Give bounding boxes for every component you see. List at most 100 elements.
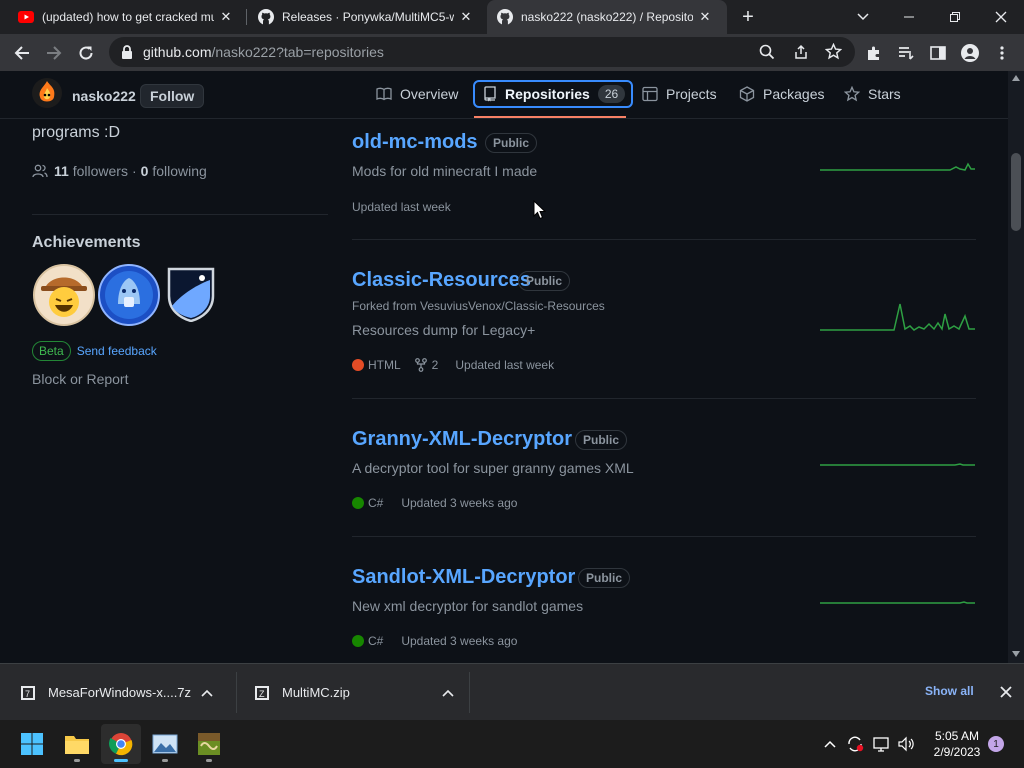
side-panel-button[interactable]: [922, 34, 954, 71]
star-bookmark-icon[interactable]: [824, 42, 843, 65]
repo-name-link[interactable]: Classic-Resources: [352, 269, 531, 292]
multimc-icon: [198, 733, 220, 755]
language-color-dot: [352, 497, 364, 509]
windows-start-icon: [21, 733, 43, 755]
minimize-button[interactable]: [886, 0, 932, 34]
repo-updated: Updated 3 weeks ago: [401, 496, 518, 510]
profile-nav-bar: nasko222 Follow Overview Repositories 26…: [0, 71, 1008, 119]
visibility-badge: Public: [485, 133, 538, 153]
chevron-up-icon[interactable]: [201, 689, 213, 697]
start-button[interactable]: [12, 724, 52, 764]
running-indicator: [162, 759, 168, 762]
search-icon[interactable]: [759, 44, 775, 65]
fork-count[interactable]: 2: [432, 358, 439, 372]
reading-list-icon: [899, 46, 914, 60]
show-hidden-icons-button[interactable]: [820, 720, 840, 768]
close-tab-icon[interactable]: ✕: [458, 9, 474, 25]
notification-badge[interactable]: 1: [988, 736, 1004, 752]
achievement-badge-yolo[interactable]: [33, 264, 95, 326]
close-tab-icon[interactable]: ✕: [697, 9, 713, 25]
repo-divider: [352, 398, 976, 399]
tab-overview-label: Overview: [400, 86, 459, 102]
visibility-badge: Public: [578, 568, 631, 588]
chevron-up-icon: [824, 740, 836, 748]
show-all-downloads-button[interactable]: Show all: [925, 684, 974, 698]
tab-search-button[interactable]: [840, 0, 886, 34]
tab-overview[interactable]: Overview: [376, 80, 458, 108]
download-filename: MesaForWindows-x....7z: [48, 685, 192, 700]
followers-link[interactable]: 11 followers: [54, 163, 128, 179]
tab-projects[interactable]: Projects: [642, 80, 717, 108]
downloads-bar: 7 MesaForWindows-x....7z Z MultiMC.zip S…: [0, 663, 1024, 720]
repo-language: C#: [368, 634, 384, 648]
address-bar[interactable]: github.com/nasko222?tab=repositories: [109, 37, 855, 67]
taskbar-photos[interactable]: [145, 724, 185, 764]
follow-button[interactable]: Follow: [140, 84, 205, 108]
package-icon: [739, 86, 755, 102]
tab-packages[interactable]: Packages: [739, 80, 824, 108]
download-item[interactable]: 7 MesaForWindows-x....7z: [20, 664, 230, 721]
shark-icon: [105, 271, 153, 319]
reading-list-button[interactable]: [890, 34, 922, 71]
restore-button[interactable]: [932, 0, 978, 34]
network-icon[interactable]: [870, 720, 892, 768]
reload-button[interactable]: [70, 34, 102, 71]
repo-description: Mods for old minecraft I made: [352, 163, 538, 179]
tab-stars[interactable]: Stars: [844, 80, 901, 108]
tab-profile[interactable]: nasko222 (nasko222) / Repositor ✕: [487, 0, 727, 34]
back-button[interactable]: [6, 34, 38, 71]
send-feedback-link[interactable]: Send feedback: [77, 344, 157, 358]
running-indicator: [114, 759, 128, 762]
achievement-badge-shield[interactable]: [166, 266, 216, 323]
username[interactable]: nasko222: [72, 88, 136, 104]
scroll-thumb[interactable]: [1011, 153, 1021, 231]
repo-divider: [352, 239, 976, 240]
repo-description: New xml decryptor for sandlot games: [352, 598, 584, 614]
block-report-link[interactable]: Block or Report: [32, 371, 128, 387]
taskbar-chrome[interactable]: [101, 724, 141, 764]
running-indicator: [74, 759, 80, 762]
profile-button[interactable]: [954, 34, 986, 71]
photo-viewer-icon: [152, 734, 178, 754]
tab-youtube[interactable]: (updated) how to get cracked mu ✕: [8, 0, 244, 34]
more-vert-icon: [1000, 45, 1004, 60]
lock-icon[interactable]: [121, 45, 133, 59]
tab-releases[interactable]: Releases · Ponywka/MultiMC5-wi ✕: [248, 0, 484, 34]
extensions-button[interactable]: [858, 34, 890, 71]
share-icon[interactable]: [793, 44, 809, 65]
sync-status-icon[interactable]: [844, 720, 866, 768]
forward-button[interactable]: [38, 34, 70, 71]
clock[interactable]: 5:05 AM 2/9/2023: [928, 728, 986, 760]
repo-description: A decryptor tool for super granny games …: [352, 460, 634, 476]
chevron-up-icon[interactable]: [442, 689, 454, 697]
scroll-down-icon[interactable]: [1012, 651, 1020, 657]
close-tab-icon[interactable]: ✕: [218, 9, 234, 25]
folder-icon: [65, 736, 89, 754]
tab-repositories-label: Repositories: [505, 86, 590, 102]
tab-repositories[interactable]: Repositories 26: [473, 80, 634, 108]
close-icon[interactable]: [1000, 686, 1012, 698]
following-link[interactable]: 0 following: [141, 163, 207, 179]
repo-name-link[interactable]: old-mc-mods: [352, 131, 478, 154]
forked-from-text[interactable]: Forked from VesuviusVenox/Classic-Resour…: [352, 299, 605, 313]
volume-icon[interactable]: [896, 720, 918, 768]
download-item[interactable]: Z MultiMC.zip: [254, 664, 464, 721]
avatar[interactable]: [32, 78, 62, 108]
person-icon: [961, 43, 979, 62]
menu-button[interactable]: [986, 34, 1018, 71]
taskbar-multimc[interactable]: [189, 724, 229, 764]
repo-language: C#: [368, 496, 384, 510]
repo-name-link[interactable]: Granny-XML-Decryptor: [352, 428, 572, 451]
page-scrollbar[interactable]: [1008, 71, 1024, 663]
tab-stars-label: Stars: [868, 86, 901, 102]
repo-name-link[interactable]: Sandlot-XML-Decryptor: [352, 566, 575, 589]
repo-updated: Updated 3 weeks ago: [401, 634, 518, 648]
close-window-button[interactable]: [978, 0, 1024, 34]
scroll-up-icon[interactable]: [1012, 75, 1020, 81]
new-tab-button[interactable]: +: [738, 7, 758, 27]
shield-icon: [167, 267, 215, 323]
repo-updated: Updated last week: [455, 358, 555, 372]
minimize-icon: [904, 16, 914, 18]
achievement-badge-shark[interactable]: [98, 264, 160, 326]
taskbar-file-explorer[interactable]: [57, 724, 97, 764]
